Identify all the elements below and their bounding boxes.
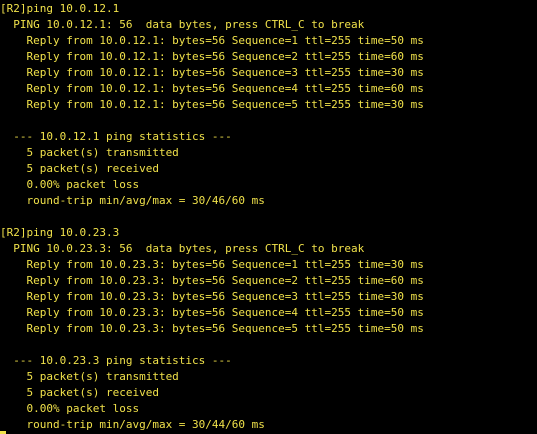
terminal-line: Reply from 10.0.23.3: bytes=56 Sequence=… [0, 258, 424, 271]
terminal-line: Reply from 10.0.23.3: bytes=56 Sequence=… [0, 290, 424, 303]
terminal-line: Reply from 10.0.12.1: bytes=56 Sequence=… [0, 82, 424, 95]
terminal-line: 0.00% packet loss [0, 402, 140, 415]
terminal-line: --- 10.0.23.3 ping statistics --- [0, 354, 232, 367]
terminal-line: [R2]ping 10.0.12.1 [0, 2, 120, 15]
terminal-line: Reply from 10.0.23.3: bytes=56 Sequence=… [0, 306, 424, 319]
terminal-line: Reply from 10.0.12.1: bytes=56 Sequence=… [0, 50, 424, 63]
terminal-line: round-trip min/avg/max = 30/44/60 ms [0, 418, 265, 431]
terminal-line: --- 10.0.12.1 ping statistics --- [0, 130, 232, 143]
terminal-line: Reply from 10.0.12.1: bytes=56 Sequence=… [0, 98, 424, 111]
terminal-line: PING 10.0.23.3: 56 data bytes, press CTR… [0, 242, 365, 255]
terminal-line: 5 packet(s) received [0, 386, 159, 399]
terminal-line: 5 packet(s) received [0, 162, 159, 175]
terminal-line: round-trip min/avg/max = 30/46/60 ms [0, 194, 265, 207]
terminal-line: 0.00% packet loss [0, 178, 140, 191]
terminal-line: Reply from 10.0.23.3: bytes=56 Sequence=… [0, 322, 424, 335]
terminal-line: Reply from 10.0.12.1: bytes=56 Sequence=… [0, 34, 424, 47]
terminal-line: PING 10.0.12.1: 56 data bytes, press CTR… [0, 18, 365, 31]
terminal-line: 5 packet(s) transmitted [0, 370, 179, 383]
terminal-line: Reply from 10.0.23.3: bytes=56 Sequence=… [0, 274, 424, 287]
terminal-line: Reply from 10.0.12.1: bytes=56 Sequence=… [0, 66, 424, 79]
terminal-line: 5 packet(s) transmitted [0, 146, 179, 159]
terminal-output[interactable]: [R2]ping 10.0.12.1 PING 10.0.12.1: 56 da… [0, 0, 537, 434]
terminal-line: [R2]ping 10.0.23.3 [0, 226, 120, 239]
